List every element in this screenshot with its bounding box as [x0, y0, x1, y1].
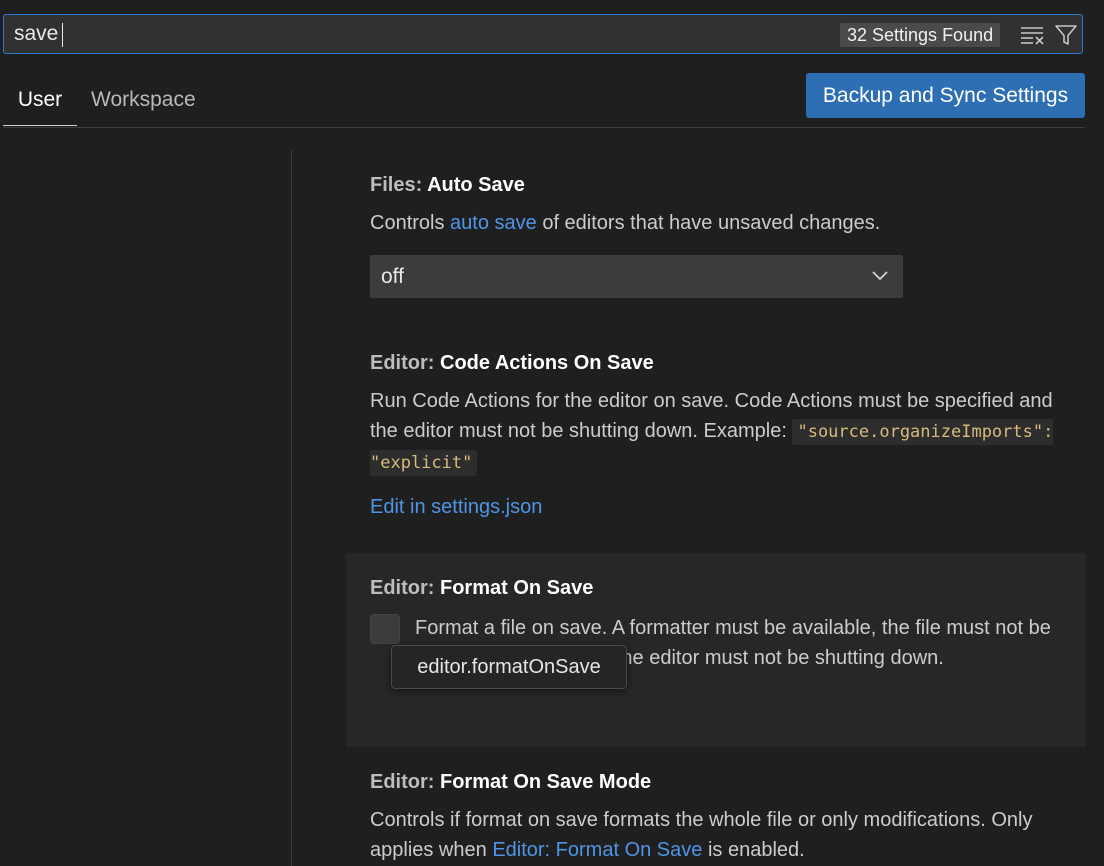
- setting-name: Code Actions On Save: [440, 352, 654, 374]
- auto-save-link[interactable]: auto save: [450, 212, 537, 234]
- setting-category: Files:: [370, 174, 428, 196]
- setting-name: Format On Save: [440, 577, 594, 599]
- setting-description: Run Code Actions for the editor on save.…: [370, 386, 1070, 478]
- dropdown-value: off: [381, 265, 404, 288]
- setting-description: Controls auto save of editors that have …: [370, 208, 1070, 238]
- setting-format-on-save: Editor: Format On Save: [370, 575, 1070, 601]
- setting-title: Editor: Code Actions On Save: [370, 350, 1070, 376]
- tab-workspace[interactable]: Workspace: [91, 86, 196, 126]
- desc-text: Controls: [370, 212, 451, 234]
- auto-save-dropdown[interactable]: off: [370, 255, 903, 298]
- tab-user[interactable]: User: [3, 86, 77, 126]
- setting-category: Editor:: [370, 577, 440, 599]
- text-caret: [62, 23, 63, 47]
- setting-title: Editor: Format On Save: [370, 575, 1070, 601]
- setting-name: Format On Save Mode: [440, 771, 652, 793]
- setting-files-auto-save: Files: Auto Save Controls auto save of e…: [370, 172, 1070, 238]
- format-on-save-checkbox[interactable]: [370, 614, 400, 644]
- format-on-save-link[interactable]: Editor: Format On Save: [492, 839, 702, 861]
- setting-code-actions-on-save: Editor: Code Actions On Save Run Code Ac…: [370, 350, 1070, 478]
- setting-category: Editor:: [370, 771, 440, 793]
- clear-filter-icon[interactable]: [1020, 25, 1046, 45]
- setting-id-tooltip: editor.formatOnSave: [391, 645, 627, 689]
- setting-title: Files: Auto Save: [370, 172, 1070, 198]
- setting-description: Controls if format on save formats the w…: [370, 805, 1070, 865]
- setting-format-on-save-mode: Editor: Format On Save Mode Controls if …: [370, 769, 1070, 865]
- results-count-badge: 32 Settings Found: [840, 23, 1001, 47]
- toc-divider[interactable]: [291, 150, 292, 866]
- setting-category: Editor:: [370, 352, 440, 374]
- edit-in-settings-json-link[interactable]: Edit in settings.json: [370, 496, 542, 519]
- backup-sync-settings-button[interactable]: Backup and Sync Settings: [806, 73, 1085, 118]
- filter-icon[interactable]: [1054, 23, 1078, 47]
- desc-text: of editors that have unsaved changes.: [536, 212, 881, 234]
- chevron-down-icon: [872, 271, 888, 281]
- setting-title: Editor: Format On Save Mode: [370, 769, 1070, 795]
- desc-text: is enabled.: [702, 839, 805, 861]
- setting-name: Auto Save: [427, 174, 525, 196]
- settings-search-box[interactable]: 32 Settings Found: [3, 14, 1083, 54]
- settings-search-input[interactable]: [14, 15, 814, 53]
